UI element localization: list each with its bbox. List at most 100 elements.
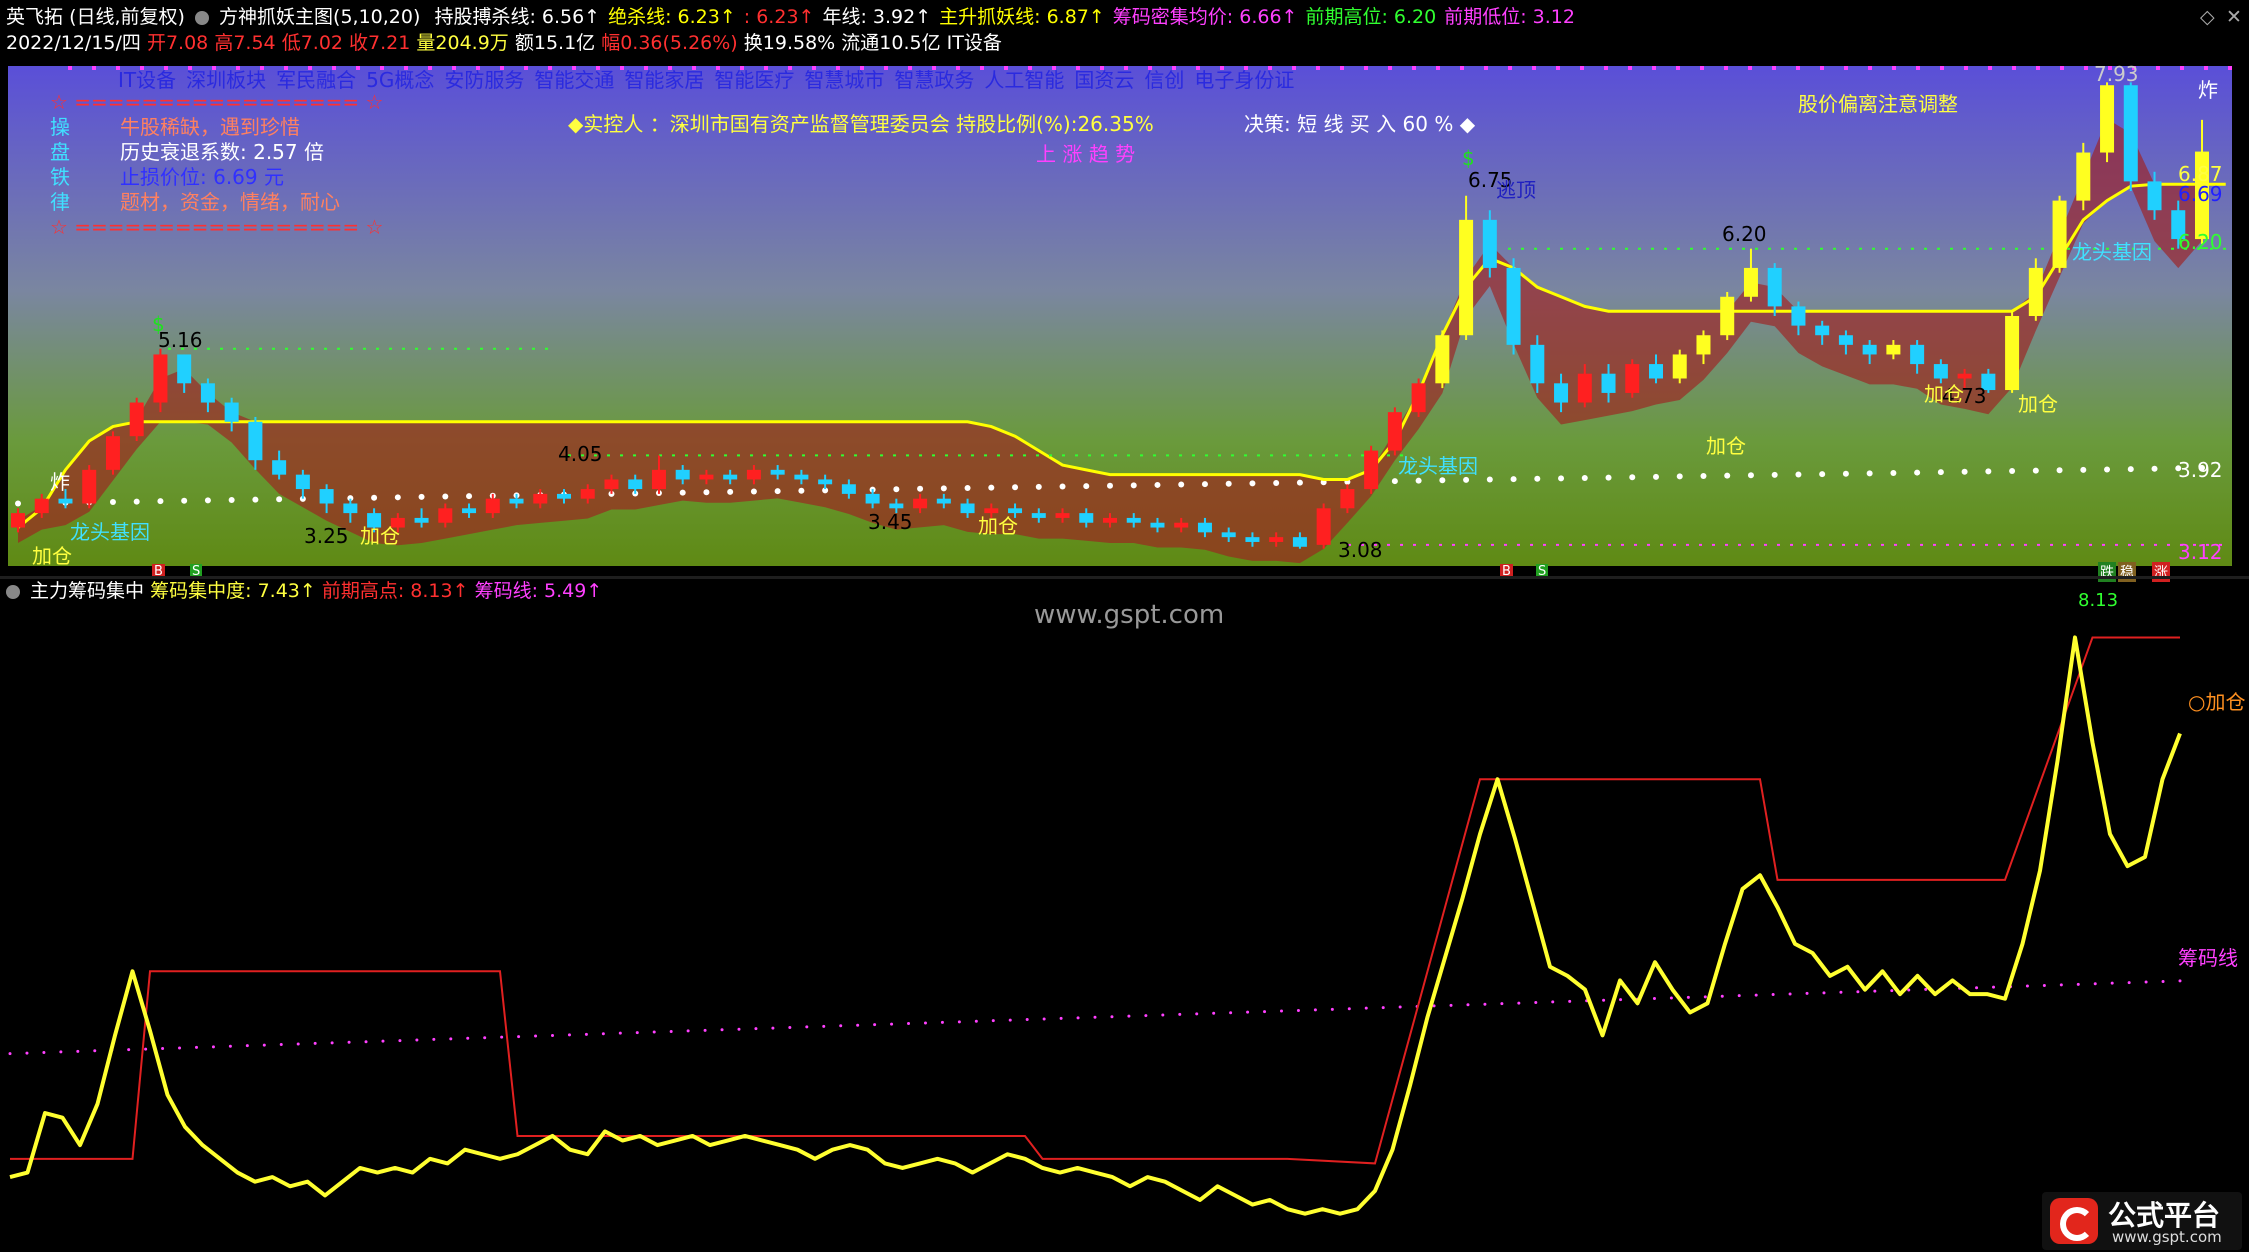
concept-tag[interactable]: 信创 [1144, 68, 1184, 92]
chip-line-dot [483, 1036, 487, 1040]
chip-chart[interactable] [0, 590, 2249, 1252]
candle-body [11, 513, 25, 528]
concept-tag[interactable]: 智慧城市 [804, 68, 884, 92]
year-line-dot [1842, 470, 1849, 477]
chip-line-dot [974, 1019, 978, 1023]
close-icon[interactable]: ✕ [2226, 4, 2242, 30]
candle-body [1530, 344, 1545, 384]
info-row-key: 铁 [50, 165, 70, 189]
candle-body [1554, 383, 1569, 403]
indicator-toggle-icon[interactable] [194, 10, 209, 25]
chip-line-dot [1178, 1012, 1182, 1016]
candle-body [129, 402, 144, 437]
chip-line-dot [805, 1025, 809, 1029]
border-dot [1340, 66, 1344, 70]
year-line-dot [418, 493, 425, 500]
year-line-dot [1724, 472, 1731, 479]
chip-line-dot [313, 1041, 317, 1045]
chip-line-dot [178, 1046, 182, 1050]
chip-line-dot [1720, 994, 1724, 998]
year-line-dot [1201, 481, 1208, 488]
chip-line-dot [1347, 1007, 1351, 1011]
border-dot [2156, 66, 2160, 70]
border-dot [2180, 66, 2184, 70]
chip-line-dot [161, 1047, 165, 1051]
candle-body [1340, 489, 1355, 509]
chip-line-dot [567, 1033, 571, 1037]
collapse-icon[interactable]: ◇ [2200, 4, 2215, 30]
border-dot [2060, 66, 2064, 70]
chip-line-dot [466, 1036, 470, 1040]
candle-body [414, 517, 429, 523]
year-line-dot [703, 489, 710, 496]
indicator-value-6: 前期高位: 6.20 [1305, 6, 1437, 28]
year-line-dot [1581, 474, 1588, 481]
chip-line-dot [788, 1025, 792, 1029]
boom-label: 炸 [2198, 78, 2218, 102]
border-dot [1676, 66, 1680, 70]
chip-line-dot [76, 1049, 80, 1053]
candle-body [1387, 412, 1402, 451]
year-line-dot [1107, 482, 1113, 489]
border-dot [1868, 66, 1872, 70]
chip-line-dot [737, 1027, 741, 1031]
chip-line-dot [1212, 1011, 1216, 1015]
concept-tag[interactable]: 军民融合 [276, 68, 356, 92]
year-line-dot [917, 485, 924, 492]
concept-tag[interactable]: 人工智能 [984, 68, 1064, 92]
chip-line-dot [330, 1041, 334, 1045]
chip-line-dot [1534, 1001, 1538, 1005]
price-label-793: 7.93 [2094, 62, 2139, 86]
concept-tag[interactable]: 智能交通 [534, 68, 614, 92]
concept-tag[interactable]: 国资云 [1074, 68, 1134, 92]
chip-line-dot [1330, 1007, 1334, 1011]
chip-line-dot [1517, 1001, 1521, 1005]
chip-line-dot [1025, 1018, 1029, 1022]
high-value: 高7.54 [214, 32, 276, 54]
candle-body [794, 474, 809, 480]
concept-tag[interactable]: 5G概念 [366, 68, 434, 92]
chip-line-dot [517, 1035, 521, 1039]
chip-line-dot [194, 1045, 198, 1049]
indicator-values: 持股搏杀线: 6.56↑ 绝杀线: 6.23↑: 6.23↑ 年线: 3.92↑ 主升… [426, 6, 1575, 28]
chip-line-dot [1771, 993, 1775, 997]
chip-line-dot [1093, 1015, 1097, 1019]
chip-line-dot [449, 1037, 453, 1041]
border-dot [1772, 66, 1776, 70]
candle-body [2076, 152, 2091, 201]
fall-marker: 跌 [2098, 562, 2116, 582]
year-line-dot [181, 497, 188, 504]
chip-line-dot [144, 1047, 148, 1051]
border-dot [1460, 66, 1464, 70]
period-label: (日线,前复权) [69, 6, 185, 28]
deviation-text: 股价偏离注意调整 [1798, 92, 1958, 116]
concept-tag[interactable]: 智能家居 [624, 68, 704, 92]
border-dot [1604, 66, 1608, 70]
year-line-dot [1795, 471, 1802, 478]
concept-tag[interactable]: IT设备 [118, 68, 176, 92]
year-line-dot [442, 493, 449, 500]
stock-name[interactable]: 英飞拓 [6, 6, 63, 28]
year-line-dot [1653, 473, 1659, 480]
concept-tag[interactable]: 电子身份证 [1194, 68, 1294, 92]
border-dot [2012, 66, 2016, 70]
chip-line-dot [1669, 996, 1673, 1000]
concept-tag[interactable]: 安防服务 [444, 68, 524, 92]
year-line-dot [1914, 469, 1921, 476]
border-dot [1940, 66, 1944, 70]
year-line-dot [1534, 475, 1541, 482]
concept-tag[interactable]: 深圳板块 [186, 68, 266, 92]
year-line-dot [466, 493, 473, 500]
concept-tag[interactable]: 智慧政务 [894, 68, 974, 92]
chip-line-dot [534, 1034, 538, 1038]
indicator-value-5: 筹码密集均价: 6.66↑ [1112, 6, 1298, 28]
year-line-dot [157, 498, 164, 505]
year-line-dot [1083, 483, 1090, 490]
border-dot [1628, 66, 1632, 70]
candle-body [2028, 267, 2043, 316]
concept-tag[interactable]: 智能医疗 [714, 68, 794, 92]
axis-label-669: 6.69 [2178, 182, 2223, 206]
chip-line-dot [2076, 982, 2080, 986]
candle-body [865, 493, 880, 504]
indicator-name[interactable]: 方神抓妖主图(5,10,20) [219, 6, 420, 28]
